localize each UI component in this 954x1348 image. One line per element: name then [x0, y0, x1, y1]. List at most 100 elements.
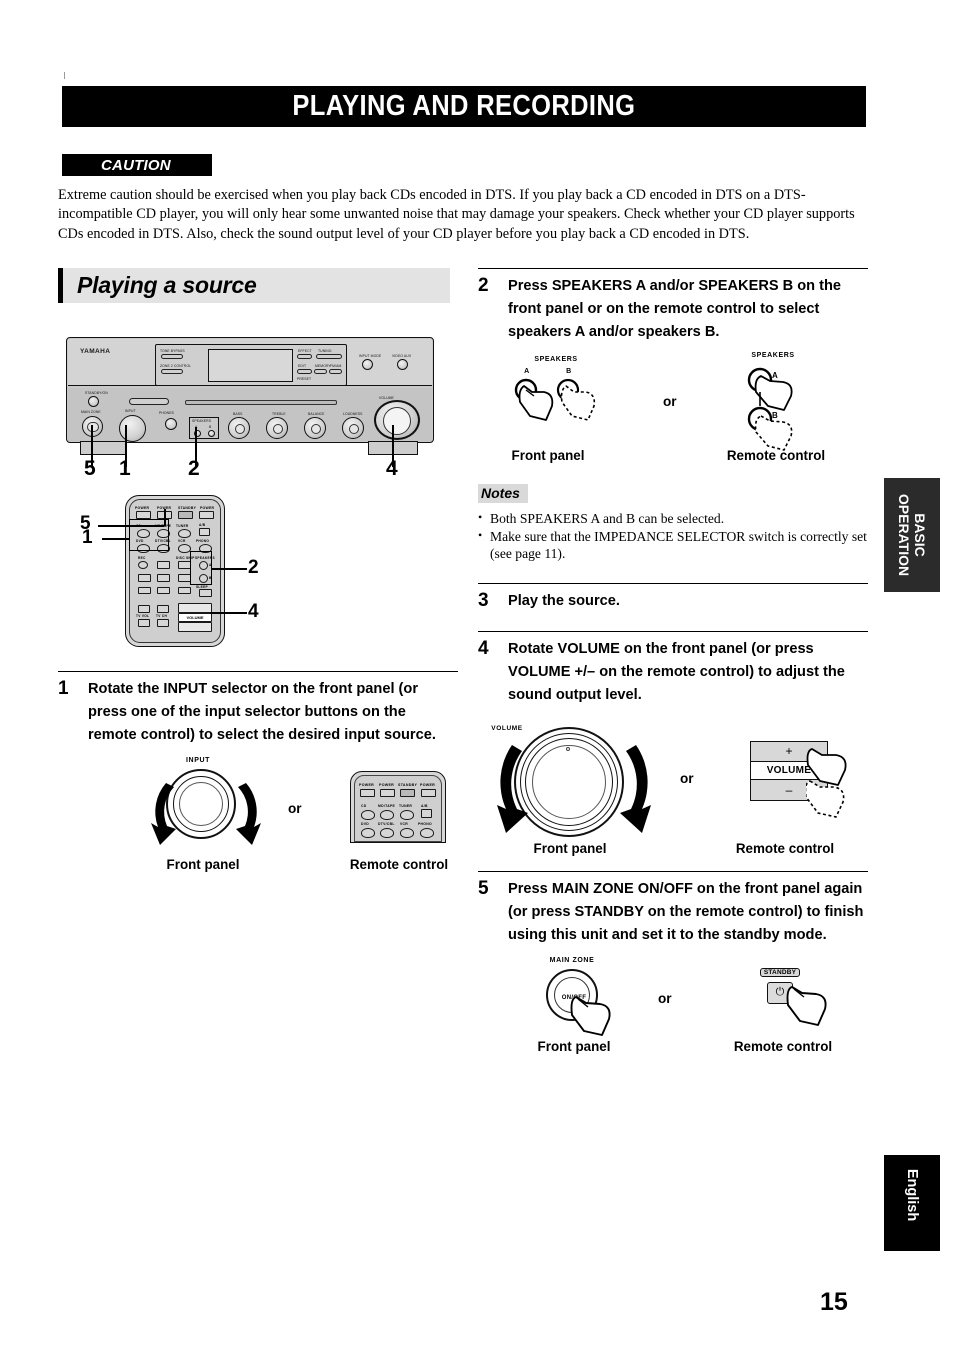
step1-dvd-button[interactable]: [361, 828, 375, 838]
step1-mdtape-label: MD/TAPE: [378, 804, 396, 808]
standby-on-label: STANDBY/ON: [85, 391, 108, 395]
input-mode-knob[interactable]: [362, 359, 373, 370]
balance-knob[interactable]: [304, 417, 326, 439]
step1-remote-power-av-label: POWER: [379, 783, 395, 787]
right-column: 2 Press SPEAKERS A and/or SPEAKERS B on …: [478, 268, 868, 1067]
callout-number-4: 4: [386, 457, 398, 480]
fm-am-button[interactable]: [329, 369, 342, 374]
remote-next-button[interactable]: [178, 587, 191, 594]
remote-tvvol-label: TV VOL: [136, 614, 150, 618]
volume-knob[interactable]: [374, 400, 420, 440]
loudness-knob[interactable]: [342, 417, 364, 439]
edit-button[interactable]: [297, 369, 312, 374]
callout-number-1: 1: [119, 457, 131, 480]
step1-cd-button[interactable]: [361, 810, 375, 820]
volume-knob-inner: [383, 407, 411, 435]
step-1-remote-illustration: POWER POWER STANDBY POWER CD MD/TAPE TUN…: [350, 771, 446, 843]
step2-speakers-b-caption: B: [566, 368, 572, 375]
step-2-figure: SPEAKERS A B Front panel or SPEAKERS A B…: [478, 352, 868, 482]
remote-tvch-up-button[interactable]: [157, 605, 169, 613]
remote-volume-down-button[interactable]: [178, 622, 212, 632]
program-selector-strip[interactable]: [185, 400, 337, 405]
step1-phono-button[interactable]: [420, 828, 434, 838]
step1-remote-tv-button[interactable]: [360, 789, 375, 797]
remote-prev-button[interactable]: [138, 587, 151, 594]
memory-button[interactable]: [314, 369, 327, 374]
zone2-control-button[interactable]: [161, 369, 183, 374]
treble-knob[interactable]: [266, 417, 288, 439]
remote-tvch-down-button[interactable]: [157, 619, 169, 627]
step1-phono-label: PHONO: [418, 822, 432, 826]
step1-tuner-label: TUNER: [399, 804, 413, 808]
remote-lead-2: [211, 568, 247, 570]
step-1-remote-caption: Remote control: [349, 857, 449, 872]
step-2-front-panel-caption: Front panel: [511, 448, 585, 463]
step-1: 1 Rotate the INPUT selector on the front…: [58, 671, 458, 897]
step-1-front-panel-caption: Front panel: [166, 857, 240, 872]
tone-bypass-button[interactable]: [161, 354, 183, 359]
step1-mdtape-button[interactable]: [380, 810, 394, 820]
video-aux-jack[interactable]: [397, 359, 408, 370]
remote-callout-number-4: 4: [248, 601, 259, 622]
step1-cd-label: CD: [361, 804, 367, 808]
remote-volume-up-button[interactable]: [178, 603, 212, 613]
memory-label: MEMORY: [315, 364, 331, 368]
step1-remote-standby-button[interactable]: [400, 789, 415, 797]
remote-sleep-button[interactable]: [199, 589, 212, 597]
receiver-display-panel: TONE BYPASS ZONE 2 CONTROL EFFECT TUNING…: [155, 344, 347, 386]
remote-tuner-button[interactable]: [178, 529, 191, 538]
speakers-b-button[interactable]: [208, 430, 215, 437]
step1-dtvcbl-button[interactable]: [380, 828, 394, 838]
step-5-number: 5: [478, 877, 489, 899]
remote-tvvol-plus-button[interactable]: [138, 605, 150, 613]
remote-stop-button[interactable]: [138, 574, 151, 582]
effect-button[interactable]: [297, 354, 312, 359]
side-tab-line-2: OPERATION: [896, 493, 912, 577]
step-5-or-label: or: [658, 990, 672, 1006]
tuning-button[interactable]: [316, 354, 342, 359]
remote-search-button[interactable]: [157, 587, 170, 594]
step1-vcr-button[interactable]: [400, 828, 414, 838]
page-number: 15: [820, 1288, 848, 1316]
step-4-figure: VOLUME Front panel or + VOLUME – Remote …: [478, 719, 868, 869]
step-5-figure: MAIN ZONE ON/OFF Front panel or STANDBY: [478, 957, 868, 1067]
step-4-text: Rotate VOLUME on the front panel (or pre…: [508, 640, 845, 703]
remote-ab-button[interactable]: [199, 528, 210, 536]
speakers-b-label: B: [209, 425, 212, 429]
side-tab-line-1: BASIC: [912, 513, 928, 557]
remote-tvvol-minus-button[interactable]: [138, 619, 150, 627]
balance-label: BALANCE: [308, 412, 325, 416]
remote-callout-box-2: [190, 551, 212, 585]
callout-number-2: 2: [188, 457, 200, 480]
receiver-mode-button[interactable]: [129, 398, 169, 405]
remote-play-button[interactable]: [157, 574, 170, 582]
bass-knob[interactable]: [228, 417, 250, 439]
step-4: 4 Rotate VOLUME on the front panel (or p…: [478, 630, 868, 869]
step1-ab-button[interactable]: [421, 809, 432, 818]
step1-ab-label: A/B: [421, 804, 428, 808]
section-heading-band: Playing a source: [58, 268, 450, 303]
remote-rec-label: REC: [138, 556, 146, 560]
step2-front-panel-press-icon: [514, 378, 596, 421]
step1-tuner-button[interactable]: [400, 810, 414, 820]
zone2-control-label: ZONE 2 CONTROL: [160, 364, 192, 368]
remote-tv-power-button[interactable]: [136, 511, 151, 519]
phones-jack[interactable]: [165, 418, 177, 430]
side-tab-language-text: English: [904, 1169, 920, 1222]
remote-standby-button[interactable]: [178, 511, 193, 519]
remote-lead-5: [98, 525, 164, 527]
standby-on-indicator: [88, 396, 99, 407]
remote-callout-number-1: 1: [82, 527, 93, 548]
side-tab-language: English: [884, 1155, 940, 1251]
step1-remote-standby-label: STANDBY: [398, 783, 418, 787]
step1-remote-power-button[interactable]: [421, 789, 436, 797]
remote-rec-button[interactable]: [138, 561, 148, 569]
remote-pause-button[interactable]: [157, 561, 170, 569]
tuning-label: TUNING: [318, 349, 332, 353]
receiver-foot-left: [80, 441, 126, 455]
remote-power-button[interactable]: [199, 511, 214, 519]
input-selector-knob[interactable]: [119, 415, 146, 442]
receiver-lcd: [208, 349, 293, 382]
step1-remote-av-button[interactable]: [380, 789, 395, 797]
step2-speakers-caption: SPEAKERS: [534, 356, 578, 363]
